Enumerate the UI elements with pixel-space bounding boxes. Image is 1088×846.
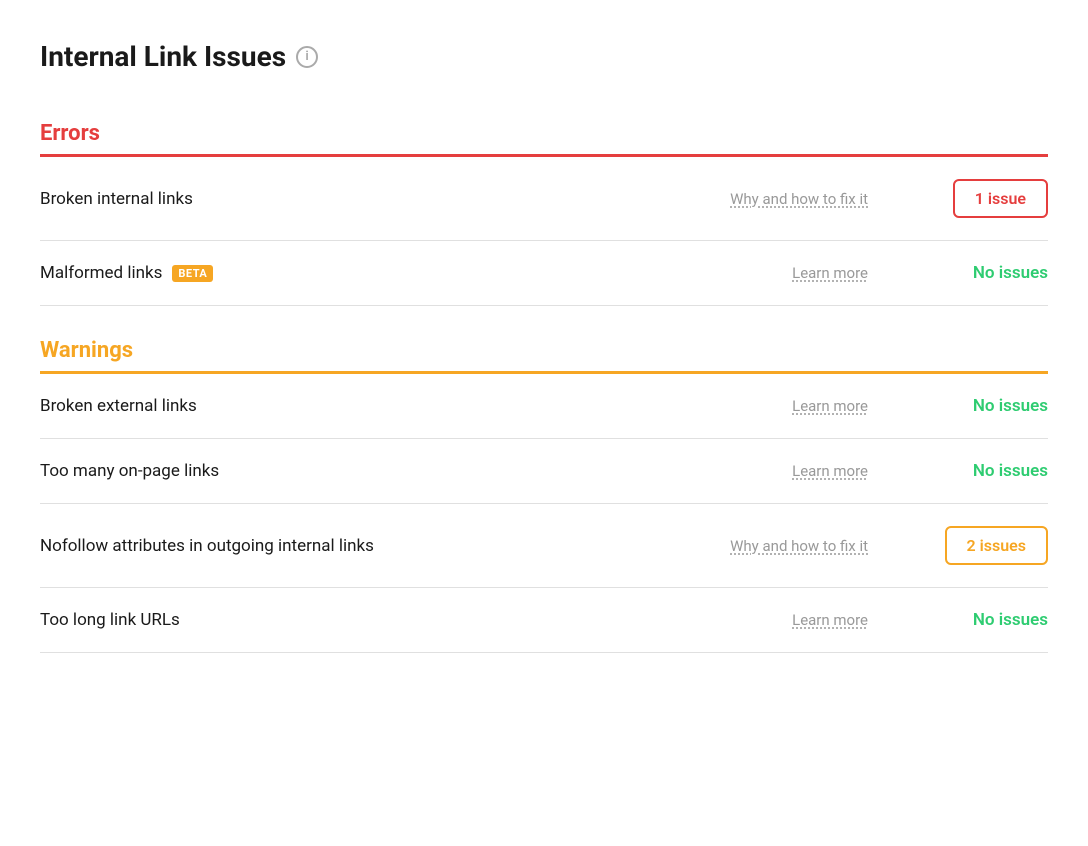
errors-section-header: Errors [40,121,1048,157]
issue-status-nofollow: 2 issues [908,526,1048,565]
issue-status-malformed: No issues [908,263,1048,283]
no-issues-broken-external: No issues [973,396,1048,416]
errors-section: Errors Broken internal links Why and how… [40,121,1048,306]
errors-section-title: Errors [40,121,100,146]
learn-more-too-many-links-link[interactable]: Learn more [792,462,868,480]
info-icon[interactable]: i [296,46,318,68]
learn-more-long-urls-link[interactable]: Learn more [792,611,868,629]
no-issues-long-urls: No issues [973,610,1048,630]
issue-name-broken-internal: Broken internal links [40,189,730,209]
no-issues-too-many-links: No issues [973,461,1048,481]
issue-status-long-urls: No issues [908,610,1048,630]
why-fix-nofollow-link[interactable]: Why and how to fix it [730,537,868,555]
warnings-section-header: Warnings [40,338,1048,374]
issue-name-long-urls: Too long link URLs [40,610,792,630]
issue-name-malformed: Malformed links BETA [40,263,792,283]
issue-name-too-many-links: Too many on-page links [40,461,792,481]
issue-status-too-many-links: No issues [908,461,1048,481]
no-issues-malformed: No issues [973,263,1048,283]
table-row: Malformed links BETA Learn more No issue… [40,241,1048,306]
issue-status-broken-internal: 1 issue [908,179,1048,218]
warnings-section-title: Warnings [40,338,133,363]
learn-more-broken-external-link[interactable]: Learn more [792,397,868,415]
table-row: Broken external links Learn more No issu… [40,374,1048,439]
table-row: Nofollow attributes in outgoing internal… [40,504,1048,588]
table-row: Too many on-page links Learn more No iss… [40,439,1048,504]
page-title: Internal Link Issues [40,40,286,73]
table-row: Broken internal links Why and how to fix… [40,157,1048,241]
warnings-section: Warnings Broken external links Learn mor… [40,338,1048,653]
issue-status-broken-external: No issues [908,396,1048,416]
learn-more-malformed-link[interactable]: Learn more [792,264,868,282]
issue-name-broken-external: Broken external links [40,396,792,416]
issue-badge-broken-internal[interactable]: 1 issue [953,179,1048,218]
beta-badge: BETA [172,265,213,282]
issue-badge-nofollow[interactable]: 2 issues [945,526,1049,565]
why-fix-broken-internal-link[interactable]: Why and how to fix it [730,190,868,208]
page-header: Internal Link Issues i [40,40,1048,73]
issue-name-nofollow: Nofollow attributes in outgoing internal… [40,536,730,556]
table-row: Too long link URLs Learn more No issues [40,588,1048,653]
